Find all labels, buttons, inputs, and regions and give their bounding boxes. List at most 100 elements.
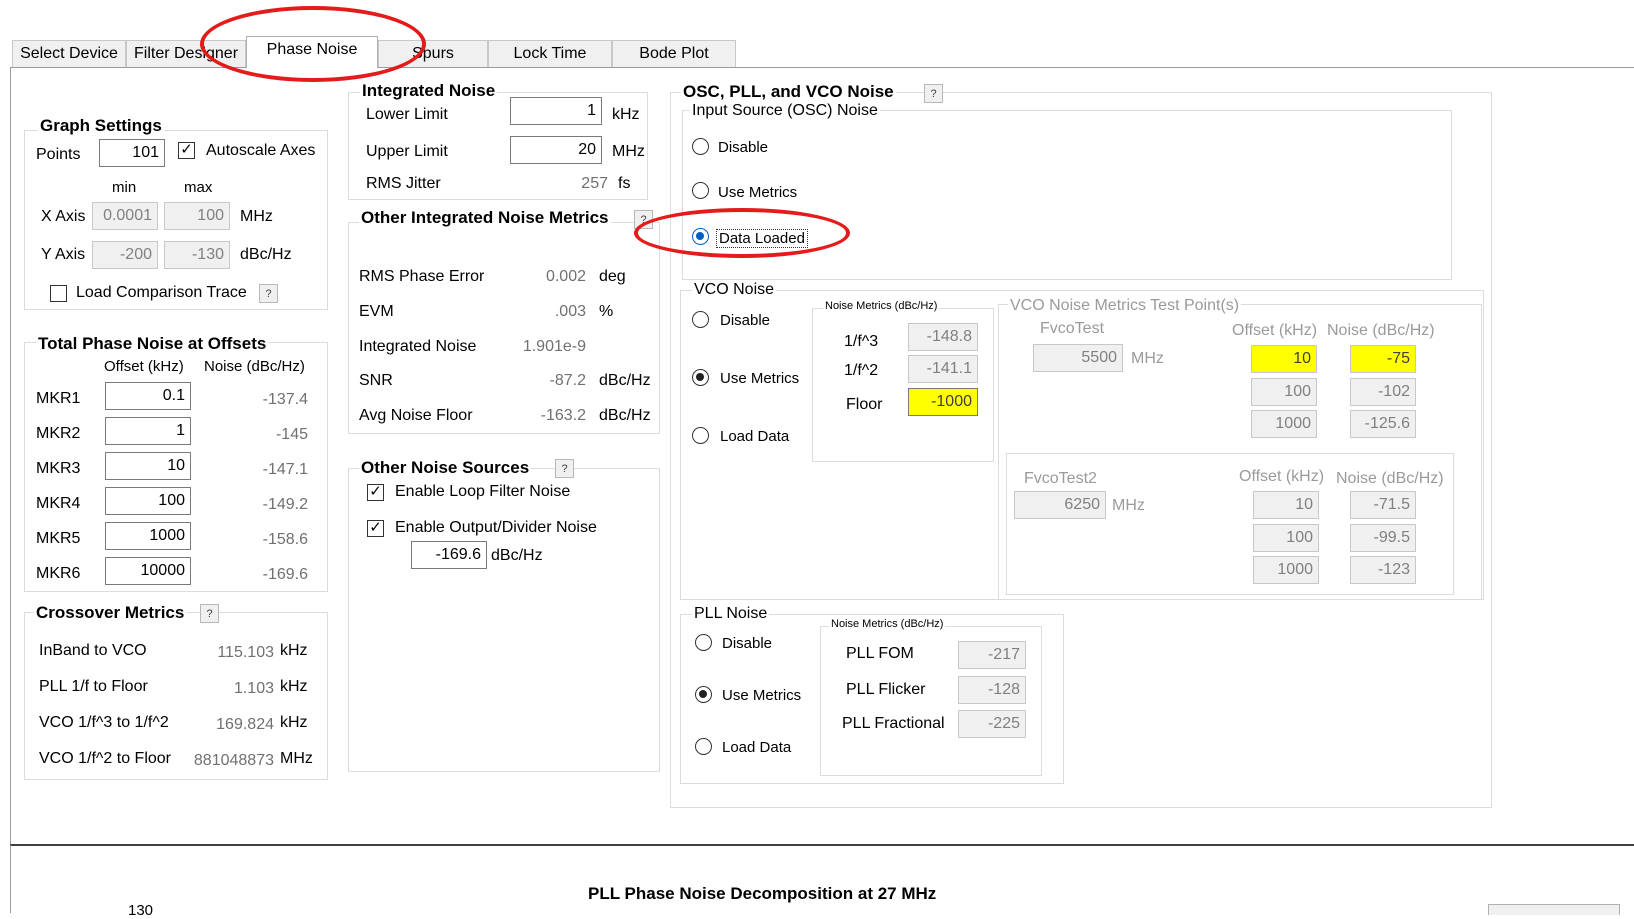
vco-radio-use-metrics[interactable] [692, 369, 709, 386]
y-max-input[interactable]: -130 [164, 241, 230, 269]
vco-radio-disable[interactable] [692, 311, 709, 328]
crossover-label: VCO 1/f^2 to Floor [39, 750, 171, 767]
test2-noise-input[interactable]: -123 [1350, 556, 1416, 584]
x-max-input[interactable]: 100 [164, 202, 230, 230]
help-other-metrics-icon[interactable]: ? [634, 210, 653, 229]
metric-unit: dBc/Hz [599, 407, 651, 424]
osc-option-use-metrics: Use Metrics [718, 184, 798, 201]
test2-offset-header: Offset (kHz) [1239, 468, 1325, 485]
marker-label: MKR5 [36, 530, 81, 547]
x-min-input[interactable]: 0.0001 [92, 202, 158, 230]
marker-offset-input[interactable]: 100 [105, 487, 191, 515]
crossover-unit: kHz [280, 678, 308, 695]
test1-noise-input[interactable]: -75 [1350, 345, 1416, 373]
other-sources-title: Other Noise Sources [359, 458, 532, 478]
vco-f3-value[interactable]: -148.8 [908, 323, 978, 351]
marker-offset-input[interactable]: 10 [105, 452, 191, 480]
y-min-input[interactable]: -200 [92, 241, 158, 269]
tab-filter-designer[interactable]: Filter Designer [126, 40, 246, 67]
chart-y-tick: 130 [128, 902, 154, 919]
crossover-unit: kHz [280, 714, 308, 731]
pll-radio-use-metrics[interactable] [695, 686, 712, 703]
help-other-sources-icon[interactable]: ? [555, 459, 574, 478]
metric-label: EVM [359, 303, 394, 320]
crossover-metrics-title: Crossover Metrics [34, 603, 187, 623]
autoscale-checkbox[interactable]: ✓ [178, 142, 195, 159]
marker-offset-input[interactable]: 1000 [105, 522, 191, 550]
input-source-group [682, 110, 1452, 280]
vco-radio-load-data[interactable] [692, 427, 709, 444]
lower-limit-input[interactable]: 1 [510, 97, 602, 125]
vco-f2-value[interactable]: -141.1 [908, 355, 978, 383]
test1-noise-header: Noise (dBc/Hz) [1327, 322, 1435, 339]
loop-filter-label: Enable Loop Filter Noise [395, 483, 571, 500]
test2-offset-input[interactable]: 100 [1253, 524, 1319, 552]
chart-side-button[interactable] [1488, 904, 1620, 915]
pll-fractional-value[interactable]: -225 [958, 710, 1026, 738]
points-input[interactable]: 101 [99, 139, 165, 167]
rms-jitter-unit: fs [618, 175, 631, 192]
help-crossover-icon[interactable]: ? [200, 604, 219, 623]
vco-floor-input[interactable]: -1000 [908, 388, 978, 416]
metric-value: 0.002 [545, 268, 586, 285]
marker-offset-input[interactable]: 0.1 [105, 382, 191, 410]
tab-select-device[interactable]: Select Device [12, 40, 126, 67]
output-noise-input[interactable]: -169.6 [411, 541, 487, 569]
metric-unit: dBc/Hz [599, 372, 651, 389]
marker-label: MKR4 [36, 495, 81, 512]
pll-option-use-metrics: Use Metrics [722, 687, 802, 704]
x-axis-label: X Axis [41, 208, 86, 225]
marker-label: MKR1 [36, 390, 81, 407]
help-graph-settings-icon[interactable]: ? [259, 284, 278, 303]
vco-floor-label: Floor [846, 396, 883, 413]
crossover-unit: MHz [280, 750, 313, 767]
metric-value: 1.901e-9 [522, 338, 586, 355]
test1-noise-input[interactable]: -102 [1350, 378, 1416, 406]
pll-fom-value[interactable]: -217 [958, 641, 1026, 669]
load-comparison-checkbox[interactable] [50, 285, 67, 302]
fvco-test2-unit: MHz [1112, 497, 1145, 514]
pll-radio-disable[interactable] [695, 634, 712, 651]
test2-noise-input[interactable]: -99.5 [1350, 524, 1416, 552]
pll-flicker-label: PLL Flicker [846, 681, 926, 698]
marker-noise-value: -149.2 [262, 496, 308, 513]
marker-noise-value: -169.6 [262, 566, 308, 583]
test1-noise-input[interactable]: -125.6 [1350, 410, 1416, 438]
test1-offset-input[interactable]: 100 [1251, 378, 1317, 406]
output-noise-unit: dBc/Hz [491, 547, 543, 564]
test2-offset-input[interactable]: 10 [1253, 491, 1319, 519]
test2-offset-input[interactable]: 1000 [1253, 556, 1319, 584]
output-divider-checkbox[interactable]: ✓ [367, 520, 384, 537]
loop-filter-checkbox[interactable]: ✓ [367, 484, 384, 501]
crossover-label: PLL 1/f to Floor [39, 678, 148, 695]
osc-radio-use-metrics[interactable] [692, 182, 709, 199]
pll-fractional-label: PLL Fractional [842, 715, 945, 732]
fvco-test-value[interactable]: 5500 [1033, 344, 1123, 372]
tab-lock-time[interactable]: Lock Time [488, 40, 612, 67]
test1-offset-input[interactable]: 1000 [1251, 410, 1317, 438]
fvco-test2-value[interactable]: 6250 [1014, 491, 1106, 519]
pll-noise-title: PLL Noise [692, 605, 770, 623]
points-label: Points [36, 146, 81, 163]
tab-bode-plot[interactable]: Bode Plot [612, 40, 736, 67]
marker-noise-value: -145 [275, 426, 308, 443]
test2-noise-input[interactable]: -71.5 [1350, 491, 1416, 519]
pll-flicker-value[interactable]: -128 [958, 676, 1026, 704]
test1-offset-input[interactable]: 10 [1251, 345, 1317, 373]
marker-label: MKR2 [36, 425, 81, 442]
marker-offset-input[interactable]: 10000 [105, 557, 191, 585]
help-osc-pll-vco-icon[interactable]: ? [924, 84, 943, 103]
tab-phase-noise[interactable]: Phase Noise [246, 36, 378, 68]
pll-radio-load-data[interactable] [695, 738, 712, 755]
marker-noise-value: -158.6 [262, 531, 308, 548]
offset-col-header: Offset (kHz) [104, 358, 184, 375]
osc-radio-disable[interactable] [692, 138, 709, 155]
osc-radio-data-loaded[interactable] [692, 228, 709, 245]
marker-offset-input[interactable]: 1 [105, 417, 191, 445]
pll-option-disable: Disable [722, 635, 773, 652]
tab-spurs[interactable]: Spurs [378, 40, 488, 67]
upper-limit-input[interactable]: 20 [510, 136, 602, 164]
y-axis-label: Y Axis [41, 246, 86, 263]
pll-option-load-data: Load Data [722, 739, 792, 756]
crossover-label: VCO 1/f^3 to 1/f^2 [39, 714, 169, 731]
